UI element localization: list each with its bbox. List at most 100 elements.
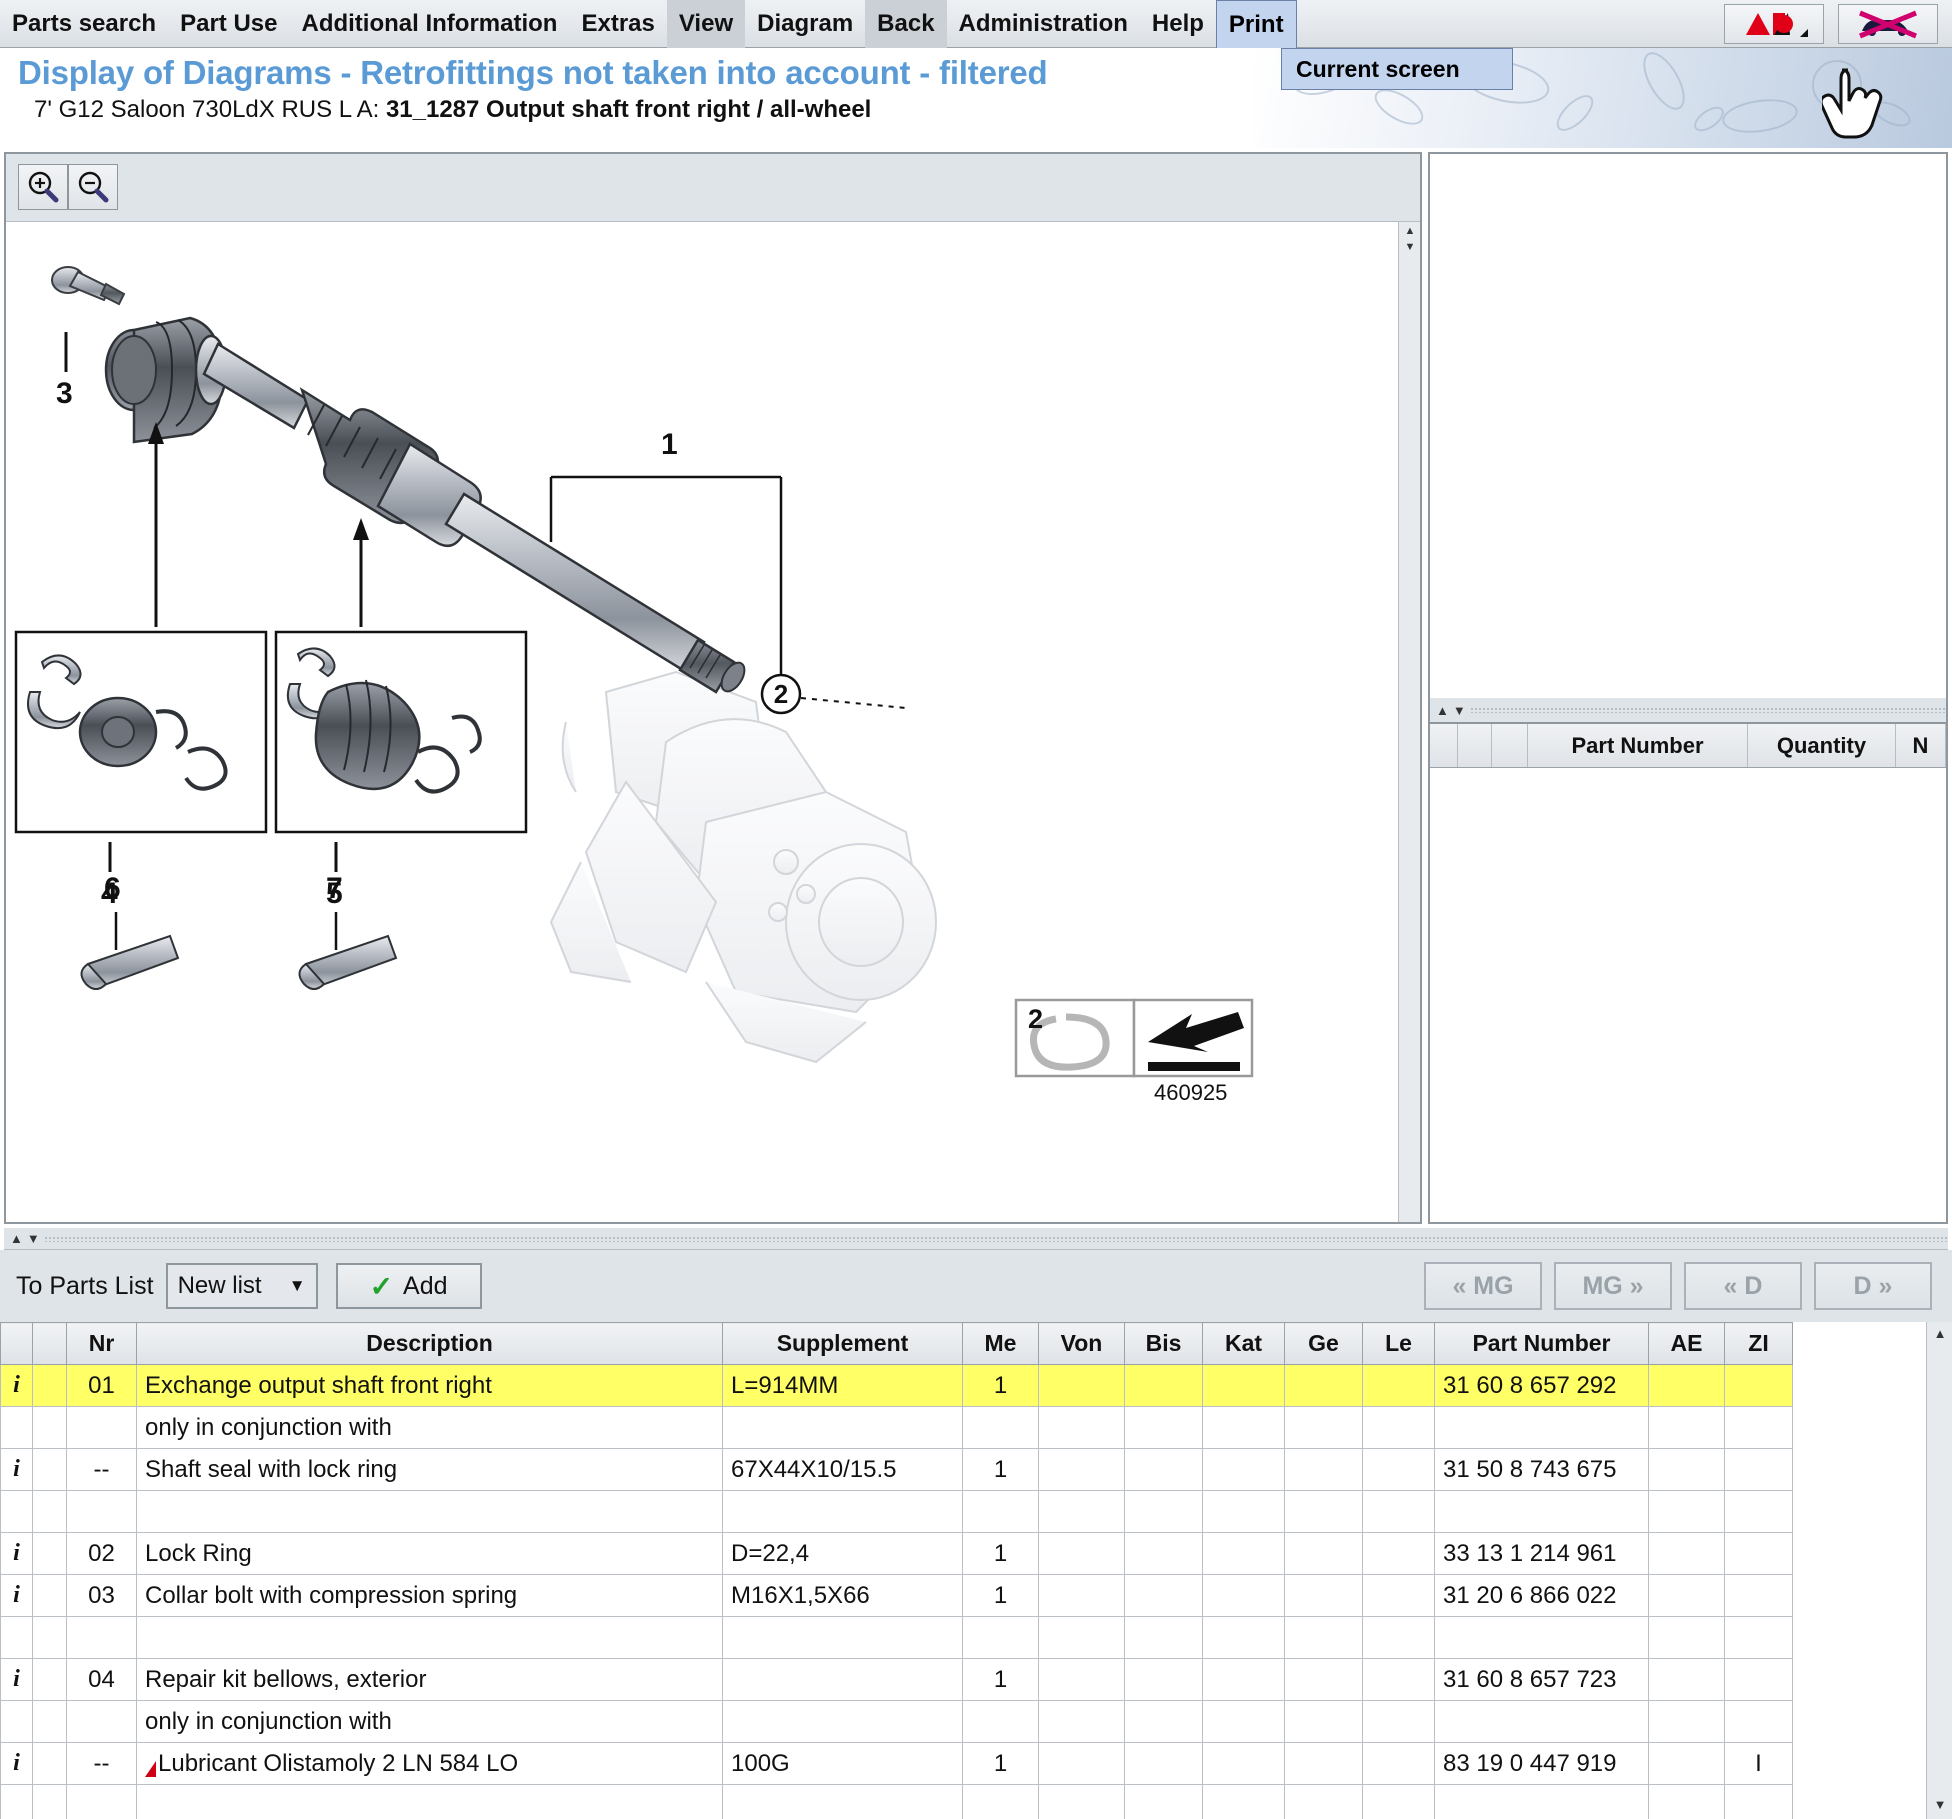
menu-part-use[interactable]: Part Use bbox=[168, 0, 289, 48]
menu-print[interactable]: Print bbox=[1215, 0, 1297, 48]
table-row[interactable] bbox=[0, 1616, 1793, 1659]
warning-triangle-icon-button[interactable] bbox=[1724, 3, 1824, 44]
menu-bar: Parts search Part Use Additional Informa… bbox=[0, 0, 1952, 48]
parts-table-container[interactable]: Nr Description Supplement Me Von Bis Kat… bbox=[0, 1322, 1952, 1819]
prev-mg-button[interactable]: « MG bbox=[1424, 1262, 1542, 1310]
menu-extras[interactable]: Extras bbox=[569, 0, 666, 48]
parts-table-vertical-scrollbar[interactable]: ▲ ▼ bbox=[1926, 1322, 1952, 1819]
table-row[interactable]: only in conjunction with bbox=[0, 1406, 1793, 1449]
info-icon-cell[interactable]: i bbox=[0, 1574, 33, 1617]
diagram-canvas[interactable]: 2 1 3 4 5 6 7 2 460925 ▲ ▼ bbox=[6, 222, 1420, 1222]
next-mg-button[interactable]: MG » bbox=[1554, 1262, 1672, 1310]
print-dropdown-menu[interactable]: Current screen bbox=[1281, 48, 1513, 90]
th-ge[interactable]: Ge bbox=[1284, 1322, 1363, 1365]
th-part-number[interactable]: Part Number bbox=[1434, 1322, 1649, 1365]
callout-label-6: 6 bbox=[104, 872, 121, 905]
table-row[interactable]: i -- Shaft seal with lock ring 67X44X10/15.… bbox=[0, 1448, 1793, 1491]
th-me[interactable]: Me bbox=[962, 1322, 1039, 1365]
th-flag[interactable] bbox=[32, 1322, 67, 1365]
menu-view[interactable]: View bbox=[666, 0, 746, 48]
info-icon-cell[interactable]: i bbox=[0, 1742, 33, 1785]
prev-d-button[interactable]: « D bbox=[1684, 1262, 1802, 1310]
parts-list-select[interactable]: New list ▼ bbox=[165, 1263, 318, 1309]
cell-nr bbox=[66, 1406, 137, 1449]
main-splitter-down-arrow[interactable]: ▼ bbox=[27, 1231, 40, 1246]
diagram-vertical-scrollbar[interactable]: ▲ ▼ bbox=[1398, 222, 1420, 1222]
menu-back[interactable]: Back bbox=[865, 0, 947, 48]
th-le[interactable]: Le bbox=[1362, 1322, 1435, 1365]
th-ae[interactable]: AE bbox=[1648, 1322, 1725, 1365]
menu-help[interactable]: Help bbox=[1140, 0, 1216, 48]
basket-col-blank-1[interactable] bbox=[1430, 724, 1458, 767]
th-kat[interactable]: Kat bbox=[1202, 1322, 1285, 1365]
cell-nr: 04 bbox=[66, 1658, 137, 1701]
right-panel-splitter[interactable]: ▲ ▼ bbox=[1428, 698, 1948, 722]
main-horizontal-splitter[interactable]: ▲ ▼ bbox=[4, 1228, 1948, 1250]
th-supplement[interactable]: Supplement bbox=[722, 1322, 963, 1365]
cell-von bbox=[1038, 1490, 1125, 1533]
main-splitter-up-arrow[interactable]: ▲ bbox=[10, 1231, 23, 1246]
menu-parts-search[interactable]: Parts search bbox=[0, 0, 168, 48]
zoom-in-icon bbox=[28, 171, 59, 203]
table-scroll-up-arrow[interactable]: ▲ bbox=[1931, 1326, 1949, 1344]
th-bis[interactable]: Bis bbox=[1124, 1322, 1203, 1365]
basket-col-part-number[interactable]: Part Number bbox=[1528, 724, 1748, 767]
table-row[interactable]: i -- Lubricant Olistamoly 2 LN 584 LO 100G 1… bbox=[0, 1742, 1793, 1785]
cell-bis bbox=[1124, 1616, 1203, 1659]
cell-kat bbox=[1202, 1532, 1285, 1575]
cell-ge bbox=[1284, 1364, 1363, 1407]
cell-von bbox=[1038, 1532, 1125, 1575]
next-d-button[interactable]: D » bbox=[1814, 1262, 1932, 1310]
cell-zi bbox=[1724, 1406, 1793, 1449]
to-parts-list-label: To Parts List bbox=[16, 1271, 154, 1300]
table-row[interactable]: i 03 Collar bolt with compression spring M1… bbox=[0, 1574, 1793, 1617]
cell-zi bbox=[1724, 1532, 1793, 1575]
print-menu-item-current-screen[interactable]: Current screen bbox=[1296, 56, 1460, 83]
cell-nr bbox=[66, 1490, 137, 1533]
menu-diagram[interactable]: Diagram bbox=[745, 0, 865, 48]
bolt-part-3 bbox=[51, 266, 126, 306]
table-row[interactable]: i 04 Repair kit bellows, exterior 1 31 60 8 … bbox=[0, 1658, 1793, 1701]
zoom-in-button[interactable] bbox=[18, 164, 68, 210]
crossed-out-car-icon-button[interactable] bbox=[1838, 3, 1938, 44]
th-zi[interactable]: ZI bbox=[1724, 1322, 1793, 1365]
cell-ge bbox=[1284, 1448, 1363, 1491]
table-row[interactable]: only in conjunction with bbox=[0, 1700, 1793, 1743]
scroll-down-arrow[interactable]: ▼ bbox=[1402, 240, 1418, 254]
menu-additional-information[interactable]: Additional Information bbox=[289, 0, 569, 48]
splitter-up-arrow[interactable]: ▲ bbox=[1436, 703, 1449, 718]
info-icon-cell[interactable]: i bbox=[0, 1658, 33, 1701]
selected-parts-preview-panel[interactable] bbox=[1428, 152, 1948, 702]
splitter-grip[interactable] bbox=[1469, 707, 1946, 713]
main-splitter-grip[interactable] bbox=[43, 1235, 1948, 1242]
table-scroll-down-arrow[interactable]: ▼ bbox=[1931, 1797, 1949, 1815]
th-info[interactable] bbox=[0, 1322, 33, 1365]
table-row[interactable]: i 02 Lock Ring D=22,4 1 33 13 1 214 961 bbox=[0, 1532, 1793, 1575]
cell-zi bbox=[1724, 1364, 1793, 1407]
legend-callout-number: 2 bbox=[1028, 1004, 1044, 1034]
cell-description bbox=[136, 1784, 723, 1819]
basket-col-n[interactable]: N bbox=[1896, 724, 1946, 767]
add-button[interactable]: ✓ Add bbox=[335, 1263, 482, 1309]
th-von[interactable]: Von bbox=[1038, 1322, 1125, 1365]
basket-col-blank-2[interactable] bbox=[1458, 724, 1492, 767]
basket-col-quantity[interactable]: Quantity bbox=[1748, 724, 1896, 767]
info-icon-cell[interactable]: i bbox=[0, 1448, 33, 1491]
cell-supplement: M16X1,5X66 bbox=[722, 1574, 963, 1617]
cell-kat bbox=[1202, 1490, 1285, 1533]
basket-col-blank-3[interactable] bbox=[1492, 724, 1528, 767]
splitter-down-arrow[interactable]: ▼ bbox=[1453, 703, 1466, 718]
cell-ge bbox=[1284, 1742, 1363, 1785]
table-row[interactable] bbox=[0, 1490, 1793, 1533]
zoom-out-button[interactable] bbox=[68, 164, 118, 210]
table-row[interactable]: i 01 Exchange output shaft front right L=91… bbox=[0, 1364, 1793, 1407]
cell-bis bbox=[1124, 1490, 1203, 1533]
th-description[interactable]: Description bbox=[136, 1322, 723, 1365]
subtitle-assembly: 31_1287 Output shaft front right / all-w… bbox=[385, 96, 872, 123]
info-icon-cell[interactable]: i bbox=[0, 1364, 33, 1407]
info-icon-cell[interactable]: i bbox=[0, 1532, 33, 1575]
th-nr[interactable]: Nr bbox=[66, 1322, 137, 1365]
menu-administration[interactable]: Administration bbox=[947, 0, 1140, 48]
scroll-up-arrow[interactable]: ▲ bbox=[1402, 224, 1418, 238]
table-row[interactable] bbox=[0, 1784, 1793, 1819]
